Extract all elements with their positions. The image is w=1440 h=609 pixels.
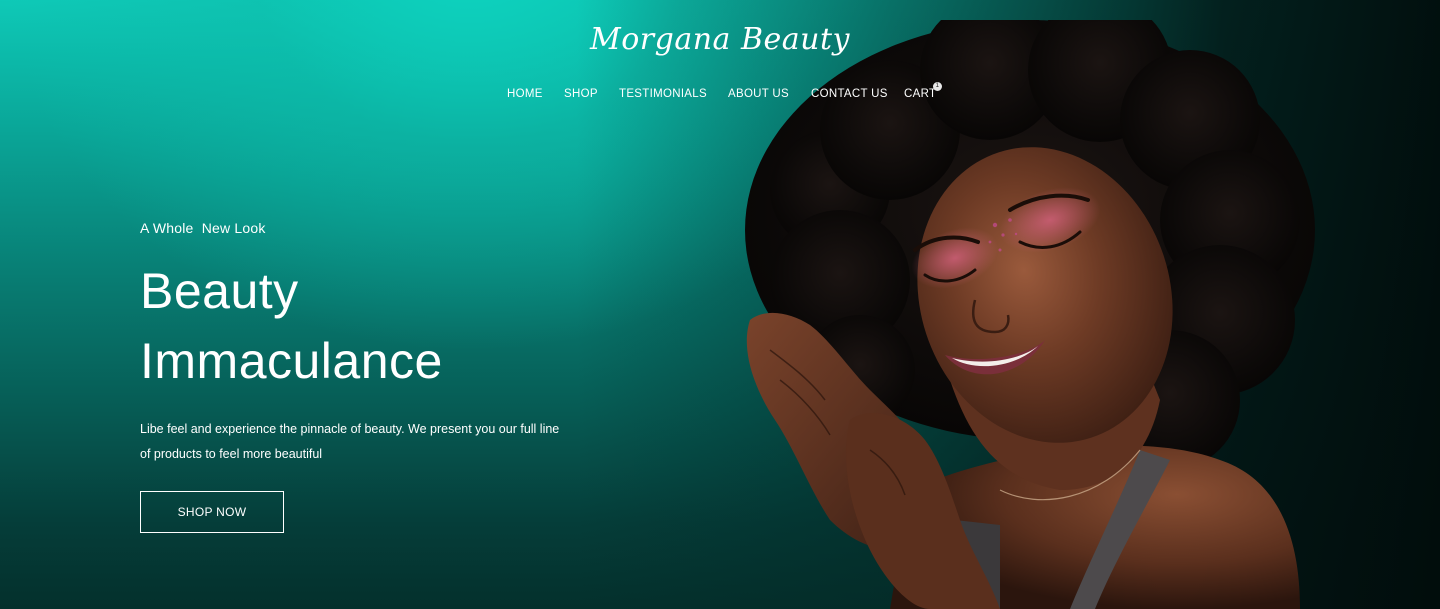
nav-item-about-us[interactable]: ABOUT US [728,88,789,100]
hero-portrait-image [745,20,1315,609]
brand-logo-text[interactable]: Morgana Beauty [590,22,850,57]
hero-tagline: A Whole New Look [140,220,266,236]
hero-copy: A Whole New Look Beauty Immaculance Libe… [140,220,600,467]
nav-item-testimonials[interactable]: TESTIMONIALS [619,88,707,100]
hero-headline: Beauty Immaculance [140,256,600,396]
nav-item-cart[interactable]: CART 1 [904,82,942,100]
cart-label: CART [904,88,937,100]
hero-description: Libe feel and experience the pinnacle of… [140,422,560,461]
nav-item-shop[interactable]: SHOP [564,88,598,100]
hero-headline-line-1: Beauty [140,263,299,319]
nav-item-home[interactable]: HOME [507,88,543,100]
nav-item-contact-us[interactable]: CONTACT US [811,88,888,100]
shop-now-button[interactable]: SHOP NOW [140,491,284,533]
brand-logo[interactable]: Morgana Beauty [0,22,1440,57]
hero-section: Morgana Beauty HOME SHOP TESTIMONIALS AB… [0,0,1440,609]
hero-headline-line-2: Immaculance [140,333,443,389]
cart-count-badge: 1 [933,82,942,91]
